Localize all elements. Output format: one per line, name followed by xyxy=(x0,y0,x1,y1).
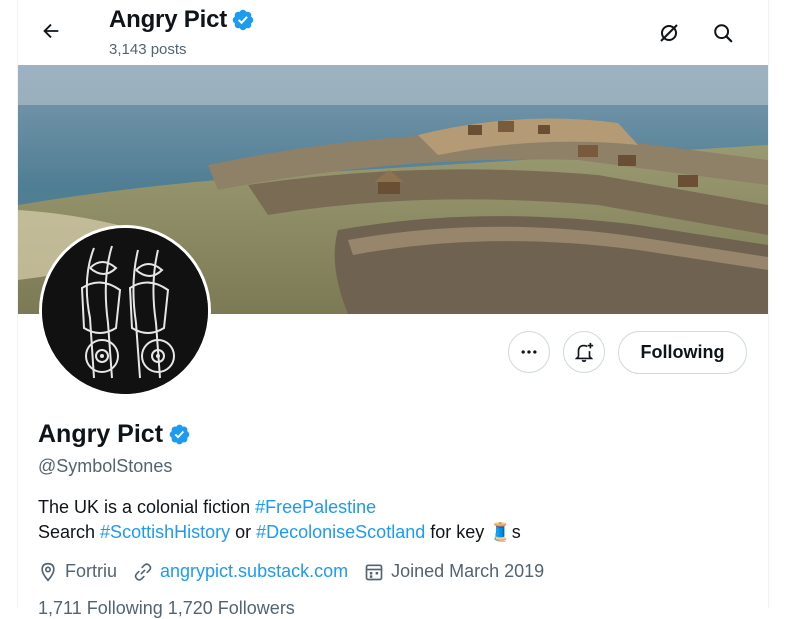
website-item: angrypict.substack.com xyxy=(133,561,348,582)
profile-handle: @SymbolStones xyxy=(38,456,173,476)
thread-emoji: 🧵 xyxy=(489,522,512,542)
bio-text-4: for key xyxy=(425,522,485,542)
pictish-stone-avatar xyxy=(42,228,208,394)
verified-badge-icon[interactable] xyxy=(168,423,191,446)
more-button[interactable] xyxy=(508,331,550,373)
calendar-icon xyxy=(365,564,383,580)
profile-meta: Fortriu angrypict.substack.com Joined Ma… xyxy=(38,561,560,582)
bio-text-1: The UK is a colonial fiction xyxy=(38,497,256,517)
bell-plus-icon xyxy=(574,342,594,362)
profile-name: Angry Pict xyxy=(38,420,191,449)
bio-line-1: The UK is a colonial fiction #FreePalest… xyxy=(38,495,738,520)
follow-counts[interactable]: 1,711 Following 1,720 Followers xyxy=(38,598,295,619)
notify-button[interactable] xyxy=(563,331,605,373)
joined-text: Joined March 2019 xyxy=(391,561,545,581)
hashtag-scottishhistory[interactable]: #ScottishHistory xyxy=(100,522,230,542)
search-icon xyxy=(714,24,733,43)
bio-line-2: Search #ScottishHistory or #DecoloniseSc… xyxy=(38,520,738,545)
bio-text-2: Search xyxy=(38,522,101,542)
following-button[interactable]: Following xyxy=(618,331,747,374)
grok-slash-icon xyxy=(660,24,678,42)
verified-badge-icon xyxy=(232,9,254,31)
joined-item: Joined March 2019 xyxy=(364,561,544,582)
hashtag-freepalestine[interactable]: #FreePalestine xyxy=(255,497,376,517)
post-count: 3,143 posts xyxy=(109,41,187,58)
back-button[interactable] xyxy=(34,14,68,48)
top-header: Angry Pict 3,143 posts xyxy=(18,0,768,64)
more-dots-icon xyxy=(521,350,537,354)
profile-name-text: Angry Pict xyxy=(38,420,164,448)
arrow-left-icon xyxy=(43,23,59,39)
hashtag-decolonisescotland[interactable]: #DecoloniseScotland xyxy=(256,522,425,542)
profile-column: Angry Pict 3,143 posts Following Angry P… xyxy=(17,0,769,618)
profile-avatar[interactable] xyxy=(39,225,211,397)
header-name: Angry Pict xyxy=(109,6,255,34)
search-button[interactable] xyxy=(706,16,740,50)
profile-bio: The UK is a colonial fiction #FreePalest… xyxy=(38,495,738,545)
grok-button[interactable] xyxy=(652,16,686,50)
link-icon xyxy=(134,562,152,581)
location-item: Fortriu xyxy=(38,561,117,582)
header-name-text: Angry Pict xyxy=(109,6,228,33)
location-pin-icon xyxy=(41,562,55,582)
location-text: Fortriu xyxy=(65,561,118,581)
bio-text-3: or xyxy=(230,522,257,542)
bio-text-5: s xyxy=(511,522,521,542)
website-link[interactable]: angrypict.substack.com xyxy=(160,561,348,582)
